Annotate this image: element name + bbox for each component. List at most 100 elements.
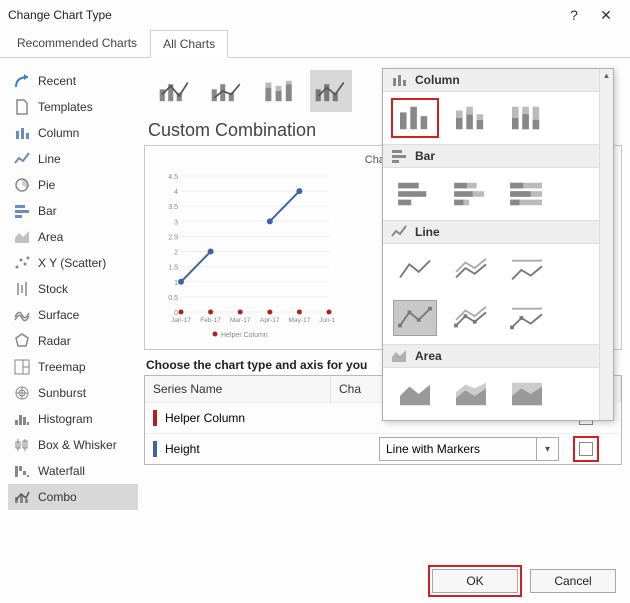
scatter-icon — [14, 255, 30, 271]
scroll-up-icon: ▲ — [603, 69, 611, 82]
chart-type-option-stacked-bar[interactable] — [449, 176, 493, 212]
series-row: HeightLine with Markers▾ — [145, 433, 621, 464]
svg-text:3.5: 3.5 — [168, 204, 178, 211]
sidebar-item-line[interactable]: Line — [8, 146, 138, 172]
chart-type-option-clustered-bar[interactable] — [393, 176, 437, 212]
svg-text:Jun-17: Jun-17 — [319, 317, 335, 324]
chart-type-option-stacked100-area[interactable] — [505, 376, 549, 412]
sidebar-item-label: Column — [38, 126, 79, 140]
svg-text:4: 4 — [174, 189, 178, 196]
sidebar-item-label: Bar — [38, 204, 57, 218]
sidebar-item-label: Treemap — [38, 360, 86, 374]
sidebar-item-scatter[interactable]: X Y (Scatter) — [8, 250, 138, 276]
cancel-button[interactable]: Cancel — [530, 569, 616, 593]
help-button[interactable]: ? — [558, 7, 590, 23]
sidebar-item-recent[interactable]: Recent — [8, 68, 138, 94]
treemap-icon — [14, 359, 30, 375]
sidebar-item-stock[interactable]: Stock — [8, 276, 138, 302]
svg-text:2.5: 2.5 — [168, 234, 178, 241]
series-swatch — [153, 410, 157, 426]
ok-button[interactable]: OK — [432, 569, 518, 593]
svg-text:Helper Column: Helper Column — [221, 332, 268, 339]
combo-subtype-1[interactable] — [154, 70, 196, 112]
flyout-category-bar: Bar — [383, 144, 599, 168]
sidebar-item-label: X Y (Scatter) — [38, 256, 106, 270]
svg-text:Mar-17: Mar-17 — [230, 317, 251, 324]
chart-type-option-stacked100-line-markers[interactable] — [505, 300, 549, 336]
tab-all-charts[interactable]: All Charts — [150, 30, 228, 58]
sidebar-item-pie[interactable]: Pie — [8, 172, 138, 198]
chart-type-option-stacked-line[interactable] — [449, 252, 493, 288]
combo-subtype-2[interactable] — [206, 70, 248, 112]
stock-icon — [14, 281, 30, 297]
radar-icon — [14, 333, 30, 349]
chart-type-option-stacked100-column[interactable] — [505, 100, 549, 136]
flyout-scrollbar[interactable]: ▲ — [599, 69, 613, 420]
svg-text:0: 0 — [174, 310, 178, 317]
sidebar-item-sunburst[interactable]: Sunburst — [8, 380, 138, 406]
line-icon — [14, 151, 30, 167]
chart-type-option-stacked-area[interactable] — [449, 376, 493, 412]
chart-type-option-stacked100-bar[interactable] — [505, 176, 549, 212]
sidebar-item-label: Histogram — [38, 412, 93, 426]
templates-icon — [14, 99, 30, 115]
sunburst-icon — [14, 385, 30, 401]
sidebar-item-histogram[interactable]: Histogram — [8, 406, 138, 432]
dialog-change-chart-type: Change Chart Type ? ✕ Recommended Charts… — [0, 0, 630, 603]
secondary-axis-checkbox[interactable] — [579, 442, 593, 456]
dialog-footer: OK Cancel — [0, 559, 630, 603]
flyout-category-label: Column — [415, 73, 460, 87]
combo-subtype-custom[interactable] — [310, 70, 352, 112]
svg-text:3: 3 — [174, 219, 178, 226]
dialog-tabs: Recommended Charts All Charts — [0, 30, 630, 58]
chart-type-option-stacked100-line[interactable] — [505, 252, 549, 288]
chart-preview-plot: 00.511.522.533.544.5Jan-17Feb-17Mar-17Ap… — [155, 170, 335, 340]
svg-text:2: 2 — [174, 250, 178, 257]
chevron-down-icon: ▾ — [536, 438, 558, 460]
close-button[interactable]: ✕ — [590, 7, 622, 24]
sidebar-item-label: Pie — [38, 178, 55, 192]
header-series-name: Series Name — [145, 376, 331, 402]
recent-icon — [14, 73, 30, 89]
series-chart-type-dropdown[interactable]: Line with Markers▾ — [379, 437, 559, 461]
flyout-category-line: Line — [383, 220, 599, 244]
sidebar-item-label: Waterfall — [38, 464, 85, 478]
sidebar-item-bar[interactable]: Bar — [8, 198, 138, 224]
sidebar-item-waterfall[interactable]: Waterfall — [8, 458, 138, 484]
sidebar-item-label: Stock — [38, 282, 68, 296]
combo-icon — [14, 489, 30, 505]
titlebar: Change Chart Type ? ✕ — [0, 0, 630, 30]
sidebar-item-label: Box & Whisker — [38, 438, 117, 452]
chart-type-option-clustered-column[interactable] — [393, 100, 437, 136]
dropdown-value: Line with Markers — [380, 438, 536, 460]
svg-text:1: 1 — [174, 280, 178, 287]
flyout-category-label: Line — [415, 225, 440, 239]
main-area: Custom Combination Chart T 00.511.522.53… — [144, 68, 622, 551]
sidebar-item-label: Surface — [38, 308, 79, 322]
chart-type-option-line[interactable] — [393, 252, 437, 288]
svg-text:Apr-17: Apr-17 — [260, 317, 280, 324]
sidebar-item-boxwhisker[interactable]: Box & Whisker — [8, 432, 138, 458]
sidebar-item-radar[interactable]: Radar — [8, 328, 138, 354]
svg-text:Jan-17: Jan-17 — [171, 317, 191, 324]
sidebar-item-combo[interactable]: Combo — [8, 484, 138, 510]
chart-type-option-stacked-line-markers[interactable] — [449, 300, 493, 336]
waterfall-icon — [14, 463, 30, 479]
pie-icon — [14, 177, 30, 193]
flyout-category-column: Column — [383, 69, 599, 92]
column-icon — [14, 125, 30, 141]
sidebar-item-treemap[interactable]: Treemap — [8, 354, 138, 380]
flyout-items — [383, 92, 599, 144]
flyout-items — [383, 244, 599, 344]
chart-type-option-area[interactable] — [393, 376, 437, 412]
sidebar-item-area[interactable]: Area — [8, 224, 138, 250]
sidebar-item-label: Area — [38, 230, 63, 244]
sidebar-item-column[interactable]: Column — [8, 120, 138, 146]
sidebar-item-templates[interactable]: Templates — [8, 94, 138, 120]
combo-subtype-3[interactable] — [258, 70, 300, 112]
chart-type-option-line-markers[interactable] — [393, 300, 437, 336]
tab-recommended-charts[interactable]: Recommended Charts — [4, 29, 150, 57]
chart-type-option-stacked-column[interactable] — [449, 100, 493, 136]
sidebar-item-surface[interactable]: Surface — [8, 302, 138, 328]
sidebar-item-label: Line — [38, 152, 61, 166]
